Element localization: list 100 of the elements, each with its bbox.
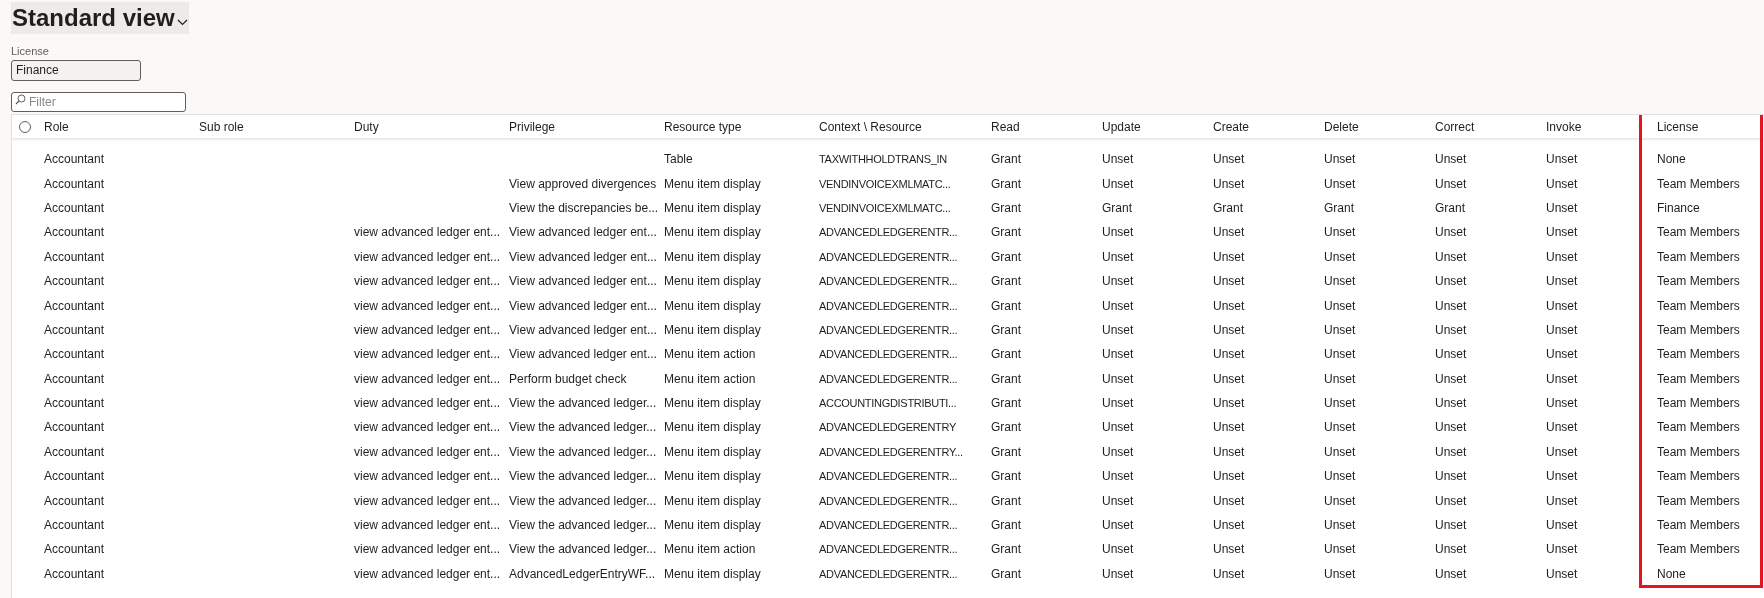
table-cell: Grant xyxy=(991,152,1021,167)
table-cell: Unset xyxy=(1102,347,1134,362)
table-cell: Grant xyxy=(991,274,1021,289)
table-cell: ADVANCEDLEDGERENTR... xyxy=(819,494,958,507)
column-header[interactable]: Update xyxy=(1102,117,1141,136)
table-cell: Accountant xyxy=(44,298,105,313)
table-cell: Team Members xyxy=(1657,274,1740,289)
table-cell: Unset xyxy=(1324,518,1356,533)
table-cell: Grant xyxy=(991,566,1021,581)
table-cell: Accountant xyxy=(44,176,105,191)
view-selector[interactable]: Standard view xyxy=(11,2,189,34)
license-field[interactable]: Finance xyxy=(11,60,141,81)
table-cell: Unset xyxy=(1435,322,1467,337)
column-header[interactable]: Context \ Resource xyxy=(819,117,922,136)
table-cell: Unset xyxy=(1324,274,1356,289)
table-cell: Unset xyxy=(1546,566,1578,581)
column-header[interactable]: Create xyxy=(1213,117,1250,136)
chevron-down-icon xyxy=(176,18,188,26)
table-cell: ADVANCEDLEDGERENTRY xyxy=(819,421,956,434)
table-cell: None xyxy=(1657,566,1686,581)
table-cell: view advanced ledger ent... xyxy=(354,322,501,337)
table-cell: Accountant xyxy=(44,396,105,411)
table-cell: Unset xyxy=(1213,176,1245,191)
column-header[interactable]: Delete xyxy=(1324,117,1359,136)
table-cell: Unset xyxy=(1102,274,1134,289)
table-cell: Grant xyxy=(991,518,1021,533)
table-cell: Unset xyxy=(1213,469,1245,484)
table-cell: Unset xyxy=(1546,396,1578,411)
table-cell: Grant xyxy=(991,176,1021,191)
table-cell: View advanced ledger ent... xyxy=(509,347,657,362)
table-cell: Menu item display xyxy=(664,176,761,191)
table-cell: VENDINVOICEXMLMATC... xyxy=(819,201,951,214)
table-cell: ADVANCEDLEDGERENTR... xyxy=(819,226,958,239)
table-cell: view advanced ledger ent... xyxy=(354,566,501,581)
table-cell: Unset xyxy=(1102,225,1134,240)
column-header[interactable]: Role xyxy=(44,117,69,136)
table-cell: Accountant xyxy=(44,225,105,240)
filter-field[interactable]: Filter xyxy=(11,92,186,112)
table-cell: Unset xyxy=(1213,347,1245,362)
table-cell: view advanced ledger ent... xyxy=(354,371,501,386)
table-cell: ADVANCEDLEDGERENTR... xyxy=(819,348,958,361)
table-cell: Accountant xyxy=(44,347,105,362)
table-cell: Unset xyxy=(1324,176,1356,191)
table-cell: View the advanced ledger... xyxy=(509,396,657,411)
table-cell: Team Members xyxy=(1657,225,1740,240)
table-cell: Table xyxy=(664,152,693,167)
table-cell: Unset xyxy=(1546,225,1578,240)
table-cell: Menu item display xyxy=(664,469,761,484)
column-header[interactable]: Sub role xyxy=(199,117,244,136)
table-cell: ADVANCEDLEDGERENTR... xyxy=(819,372,958,385)
table-cell: Accountant xyxy=(44,322,105,337)
column-header[interactable]: License xyxy=(1657,117,1699,136)
table-cell: Menu item display xyxy=(664,396,761,411)
table-cell: Unset xyxy=(1435,298,1467,313)
table-cell: Unset xyxy=(1213,371,1245,386)
table-cell: Unset xyxy=(1324,542,1356,557)
table-cell: View advanced ledger ent... xyxy=(509,322,657,337)
table-cell: Menu item action xyxy=(664,371,756,386)
table-cell: View advanced ledger ent... xyxy=(509,225,657,240)
table-cell: Accountant xyxy=(44,566,105,581)
table-cell: Menu item display xyxy=(664,298,761,313)
table-cell: Unset xyxy=(1435,152,1467,167)
column-header[interactable]: Duty xyxy=(354,117,379,136)
table-cell: view advanced ledger ent... xyxy=(354,493,501,508)
table-cell: Unset xyxy=(1324,347,1356,362)
table-cell: Unset xyxy=(1324,298,1356,313)
table-cell: Grant xyxy=(991,322,1021,337)
table-cell: Menu item display xyxy=(664,420,761,435)
table-cell: ADVANCEDLEDGERENTR... xyxy=(819,275,958,288)
field-label: License xyxy=(11,44,50,58)
table-cell: Unset xyxy=(1435,542,1467,557)
table-cell: Unset xyxy=(1546,371,1578,386)
table-cell: View the advanced ledger... xyxy=(509,469,657,484)
table-cell: Team Members xyxy=(1657,493,1740,508)
table-cell: view advanced ledger ent... xyxy=(354,542,501,557)
table-cell: Unset xyxy=(1435,469,1467,484)
table-cell: Team Members xyxy=(1657,298,1740,313)
table-cell: Unset xyxy=(1213,518,1245,533)
table-cell: Menu item action xyxy=(664,347,756,362)
table-cell: ADVANCEDLEDGERENTR... xyxy=(819,519,958,532)
column-header[interactable]: Privilege xyxy=(509,117,556,136)
table-cell: Unset xyxy=(1102,542,1134,557)
table-cell: View the advanced ledger... xyxy=(509,444,657,459)
column-header[interactable]: Correct xyxy=(1435,117,1475,136)
column-header[interactable]: Resource type xyxy=(664,117,742,136)
table-cell: ADVANCEDLEDGERENTRY... xyxy=(819,445,963,458)
table-cell: Unset xyxy=(1324,371,1356,386)
table-cell: Grant xyxy=(991,298,1021,313)
table-cell: Team Members xyxy=(1657,396,1740,411)
table-cell: ADVANCEDLEDGERENTR... xyxy=(819,250,958,263)
table-cell: view advanced ledger ent... xyxy=(354,249,501,264)
table-cell: Team Members xyxy=(1657,371,1740,386)
table-cell: Unset xyxy=(1435,225,1467,240)
column-header[interactable]: Read xyxy=(991,117,1020,136)
table-cell: Grant xyxy=(1324,200,1354,215)
column-header[interactable]: Invoke xyxy=(1546,117,1582,136)
table-cell: View the advanced ledger... xyxy=(509,493,657,508)
table-cell: Grant xyxy=(991,542,1021,557)
table-cell: Unset xyxy=(1324,322,1356,337)
table-cell: Unset xyxy=(1102,371,1134,386)
